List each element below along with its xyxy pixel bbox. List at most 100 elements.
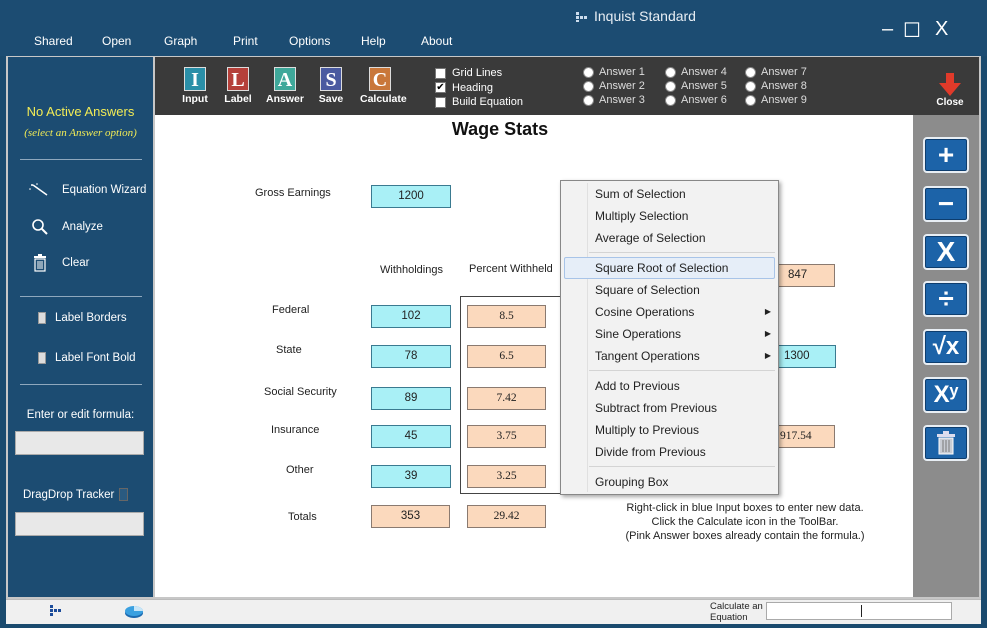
- option-grid-lines[interactable]: Grid Lines: [435, 67, 502, 79]
- menu-about[interactable]: About: [421, 34, 452, 48]
- radio-button[interactable]: [583, 66, 594, 78]
- minus-button[interactable]: −: [923, 186, 969, 222]
- menu-item-sum-of-selection[interactable]: Sum of Selection: [595, 184, 775, 204]
- app-logo-icon[interactable]: [50, 605, 64, 617]
- radio-button[interactable]: [665, 94, 676, 106]
- answer-radio-9[interactable]: Answer 9: [745, 94, 807, 106]
- other-amount-input[interactable]: 39: [371, 465, 451, 488]
- answer-radio-1[interactable]: Answer 1: [583, 66, 645, 78]
- social-security-amount-input[interactable]: 89: [371, 387, 451, 410]
- input-icon: I: [184, 67, 206, 91]
- close-window-button[interactable]: X: [935, 18, 948, 41]
- menu-item-tangent-operations[interactable]: Tangent Operations ▶: [595, 346, 775, 366]
- federal-amount-input[interactable]: 102: [371, 305, 451, 328]
- social-security-percent-answer[interactable]: 7.42: [467, 387, 546, 410]
- checkbox[interactable]: ✔: [435, 82, 446, 93]
- divide-button[interactable]: ÷: [923, 281, 969, 317]
- menu-help[interactable]: Help: [361, 34, 386, 48]
- menu-item-cosine-operations[interactable]: Cosine Operations ▶: [595, 302, 775, 322]
- calculate-equation-input[interactable]: [766, 602, 952, 620]
- menu-options[interactable]: Options: [289, 34, 330, 48]
- worksheet-canvas[interactable]: Wage Stats Gross Earnings 1200 Withholdi…: [155, 115, 913, 597]
- answer-radio-5[interactable]: Answer 5: [665, 80, 727, 92]
- label-borders-toggle[interactable]: Label Borders: [38, 312, 127, 324]
- totals-amount-answer[interactable]: 353: [371, 505, 450, 528]
- clear-button[interactable]: Clear: [28, 254, 89, 272]
- dragdrop-tracker-field[interactable]: [15, 512, 144, 536]
- radio-button[interactable]: [745, 94, 756, 106]
- radio-button[interactable]: [583, 94, 594, 106]
- option-build-equation[interactable]: Build Equation: [435, 96, 523, 108]
- calculate-equation-label: Calculate an Equation: [710, 601, 763, 623]
- pie-chart-icon[interactable]: [124, 605, 144, 619]
- answer-radio-8[interactable]: Answer 8: [745, 80, 807, 92]
- sheet-title: Wage Stats: [451, 119, 549, 139]
- checkbox[interactable]: [435, 96, 446, 108]
- sqrt-button[interactable]: √x: [923, 329, 969, 365]
- answer-radio-3[interactable]: Answer 3: [583, 94, 645, 106]
- plus-button[interactable]: +: [923, 137, 969, 173]
- gross-earnings-input[interactable]: 1200: [371, 185, 451, 208]
- menu-item-add-to-previous[interactable]: Add to Previous: [595, 376, 775, 396]
- radio-button[interactable]: [745, 66, 756, 78]
- menu-item-subtract-from-previous[interactable]: Subtract from Previous: [595, 398, 775, 418]
- label-font-bold-label: Label Font Bold: [55, 352, 136, 364]
- tool-input[interactable]: I Input: [175, 67, 215, 105]
- menu-item-square-root-of-selection[interactable]: Square Root of Selection: [595, 258, 775, 278]
- state-amount-input[interactable]: 78: [371, 345, 451, 368]
- answer-radio-2[interactable]: Answer 2: [583, 80, 645, 92]
- minimize-button[interactable]: –: [882, 18, 893, 41]
- trash-button[interactable]: [923, 425, 969, 461]
- insurance-amount-input[interactable]: 45: [371, 425, 451, 448]
- radio-button[interactable]: [745, 80, 756, 92]
- answer-radio-7[interactable]: Answer 7: [745, 66, 807, 78]
- label-font-bold-toggle[interactable]: Label Font Bold: [38, 352, 136, 364]
- equation-wizard-button[interactable]: Equation Wizard: [28, 183, 146, 197]
- label-font-bold-checkbox[interactable]: [38, 352, 46, 364]
- close-panel-button[interactable]: Close: [935, 73, 965, 108]
- power-button[interactable]: Xʸ: [923, 377, 969, 413]
- answer-radio-6[interactable]: Answer 6: [665, 94, 727, 106]
- label-borders-checkbox[interactable]: [38, 312, 46, 324]
- menu-open[interactable]: Open: [102, 34, 131, 48]
- tool-save[interactable]: S Save: [311, 67, 351, 105]
- formula-input[interactable]: [15, 431, 144, 455]
- menu-item-square-of-selection[interactable]: Square of Selection: [595, 280, 775, 300]
- radio-button[interactable]: [665, 66, 676, 78]
- menu-item-label: Sum of Selection: [595, 187, 686, 201]
- menu-item-average-of-selection[interactable]: Average of Selection: [595, 228, 775, 248]
- menu-item-multiply-to-previous[interactable]: Multiply to Previous: [595, 420, 775, 440]
- totals-label: Totals: [288, 511, 317, 523]
- dragdrop-tracker-checkbox[interactable]: [119, 488, 128, 501]
- formula-label: Enter or edit formula:: [26, 409, 135, 421]
- app-logo-icon: [576, 12, 587, 23]
- option-heading[interactable]: ✔ Heading: [435, 82, 493, 94]
- input-cell-1300[interactable]: 1300: [777, 345, 836, 368]
- totals-percent-answer[interactable]: 29.42: [467, 505, 546, 528]
- menu-item-multiply-selection[interactable]: Multiply Selection: [595, 206, 775, 226]
- answer-cell-847[interactable]: 847: [777, 264, 835, 287]
- menu-shared[interactable]: Shared: [34, 34, 73, 48]
- insurance-percent-answer[interactable]: 3.75: [467, 425, 546, 448]
- radio-button[interactable]: [665, 80, 676, 92]
- state-percent-answer[interactable]: 6.5: [467, 345, 546, 368]
- menu-item-sine-operations[interactable]: Sine Operations ▶: [595, 324, 775, 344]
- checkbox[interactable]: [435, 67, 446, 79]
- menu-print[interactable]: Print: [233, 34, 258, 48]
- menu-item-divide-from-previous[interactable]: Divide from Previous: [595, 442, 775, 462]
- menu-item-grouping-box[interactable]: Grouping Box: [595, 472, 775, 492]
- menu-graph[interactable]: Graph: [164, 34, 197, 48]
- maximize-button[interactable]: ☐: [903, 18, 921, 43]
- answer-cell-917[interactable]: 917.54: [777, 425, 835, 448]
- divider: [20, 159, 142, 160]
- federal-percent-answer[interactable]: 8.5: [467, 305, 546, 328]
- tool-answer[interactable]: A Answer: [265, 67, 305, 105]
- multiply-button[interactable]: X: [923, 234, 969, 270]
- tool-label[interactable]: L Label: [218, 67, 258, 105]
- answer-radio-4[interactable]: Answer 4: [665, 66, 727, 78]
- tool-calculate[interactable]: C Calculate: [360, 67, 407, 105]
- analyze-button[interactable]: Analyze: [28, 218, 103, 236]
- radio-button[interactable]: [583, 80, 594, 92]
- social-security-label: Social Security: [264, 386, 337, 398]
- other-percent-answer[interactable]: 3.25: [467, 465, 546, 488]
